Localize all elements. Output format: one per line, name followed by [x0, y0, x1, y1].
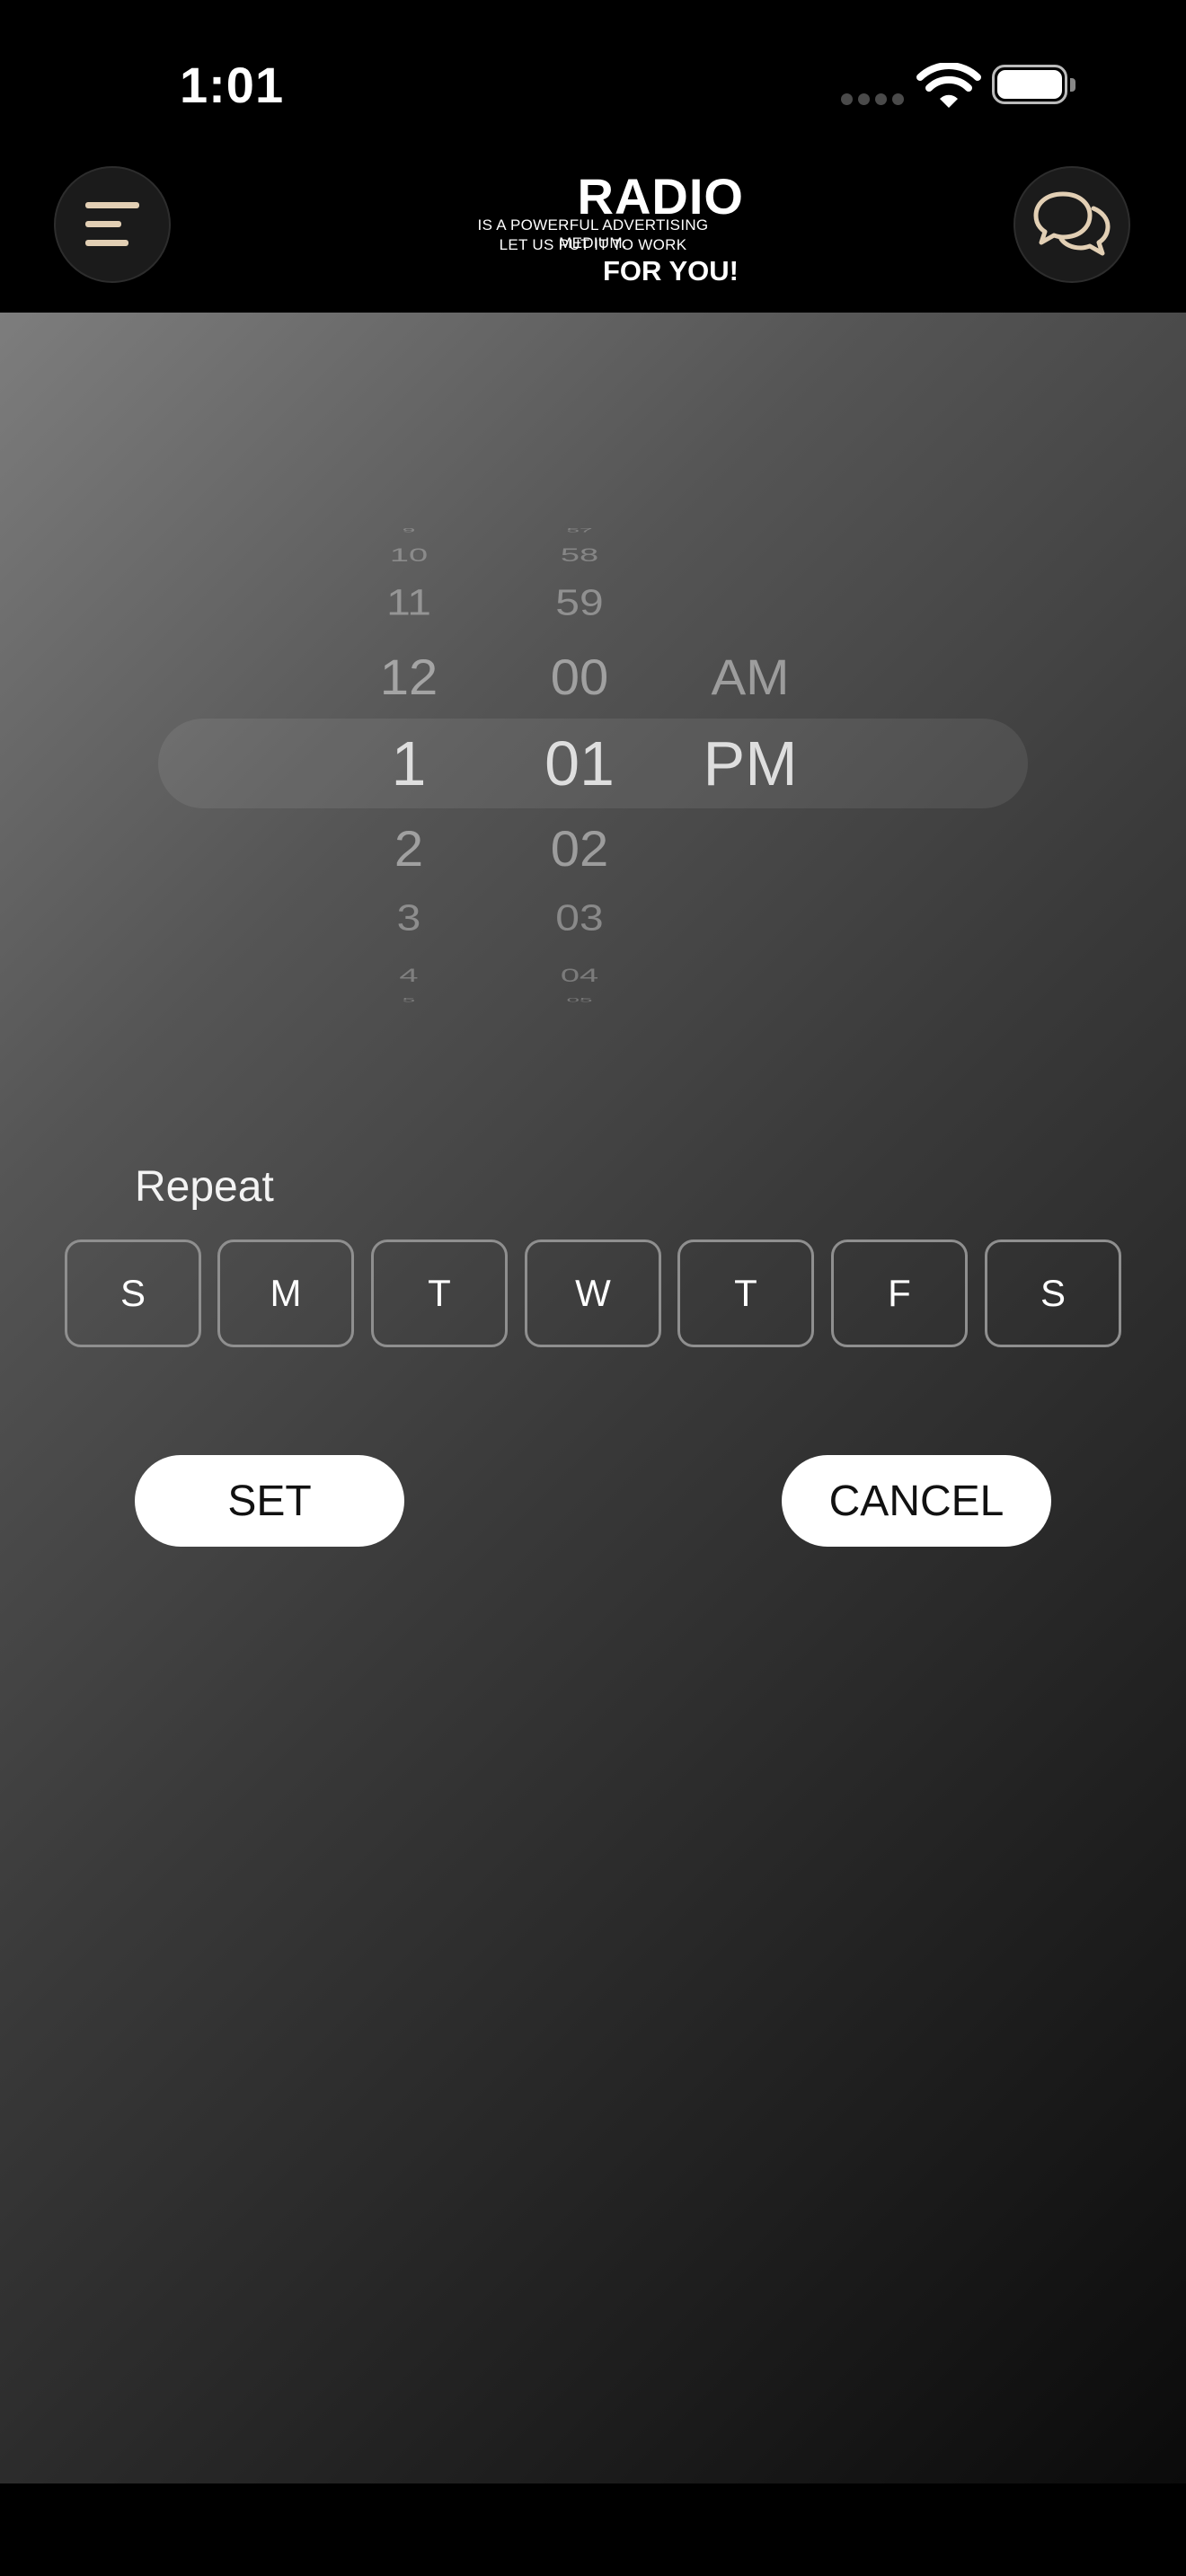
- hour-picker-item-option[interactable]: 3: [341, 897, 476, 940]
- minute-picker-item-option[interactable]: 59: [512, 582, 647, 624]
- chat-button[interactable]: [1013, 166, 1130, 283]
- minute-picker-item-option[interactable]: 03: [512, 897, 647, 940]
- repeat-label: Repeat: [135, 1163, 274, 1211]
- hour-picker[interactable]: 9 10 11 12 1 2 3 4 5: [341, 313, 476, 2109]
- day-toggle-monday[interactable]: M: [217, 1239, 354, 1347]
- minute-picker-item-option[interactable]: 05: [512, 997, 647, 1004]
- minute-picker-item-option[interactable]: 57: [512, 527, 647, 534]
- set-button[interactable]: SET: [135, 1455, 404, 1547]
- hour-picker-item-option[interactable]: 4: [341, 966, 476, 987]
- hour-picker-item-selected[interactable]: 1: [341, 728, 476, 799]
- hour-picker-item-option[interactable]: 9: [341, 527, 476, 534]
- bottom-safe-area: [0, 2483, 1186, 2576]
- day-toggle-thursday[interactable]: T: [677, 1239, 814, 1347]
- status-bar: 1:01: [0, 0, 1186, 162]
- day-toggle-saturday[interactable]: S: [985, 1239, 1121, 1347]
- hour-picker-item-option[interactable]: 11: [341, 582, 476, 624]
- cancel-button[interactable]: CANCEL: [782, 1455, 1051, 1547]
- status-time: 1:01: [180, 57, 285, 113]
- repeat-days: S M T W T F S: [65, 1239, 1121, 1347]
- hour-picker-item-option[interactable]: 5: [341, 997, 476, 1004]
- minute-picker-item-selected[interactable]: 01: [512, 728, 647, 799]
- radio-logo: RADIO IS A POWERFUL ADVERTISING MEDIUM. …: [422, 162, 764, 305]
- alarm-setup-panel: 9 10 11 12 1 2 3 4 5 57 58 59 00 01 02 03 04 05 AM PM Rep…: [0, 313, 1186, 2483]
- battery-icon: [992, 65, 1076, 106]
- logo-tagline-3: FOR YOU!: [603, 255, 739, 287]
- hour-picker-item-option[interactable]: 2: [341, 820, 476, 878]
- menu-button[interactable]: [54, 166, 171, 283]
- period-picker[interactable]: AM PM: [683, 313, 818, 2109]
- app-header: RADIO IS A POWERFUL ADVERTISING MEDIUM. …: [0, 162, 1186, 313]
- day-toggle-tuesday[interactable]: T: [371, 1239, 508, 1347]
- period-picker-item-option[interactable]: AM: [683, 648, 818, 706]
- minute-picker-item-option[interactable]: 58: [512, 545, 647, 567]
- minute-picker-item-option[interactable]: 04: [512, 966, 647, 987]
- minute-picker-item-option[interactable]: 00: [512, 648, 647, 706]
- logo-tagline-2: LET US PUT IT TO WORK: [499, 236, 687, 253]
- minute-picker[interactable]: 57 58 59 00 01 02 03 04 05: [512, 313, 647, 2109]
- day-toggle-wednesday[interactable]: W: [525, 1239, 661, 1347]
- chat-bubbles-icon: [1033, 191, 1111, 256]
- cellular-signal-icon: [841, 93, 904, 105]
- minute-picker-item-option[interactable]: 02: [512, 820, 647, 878]
- hour-picker-item-option[interactable]: 10: [341, 545, 476, 567]
- period-picker-item-selected[interactable]: PM: [683, 728, 818, 799]
- day-toggle-friday[interactable]: F: [831, 1239, 968, 1347]
- hour-picker-item-option[interactable]: 12: [341, 648, 476, 706]
- day-toggle-sunday[interactable]: S: [65, 1239, 201, 1347]
- menu-lines-icon: [85, 202, 139, 246]
- wifi-icon: [916, 63, 981, 108]
